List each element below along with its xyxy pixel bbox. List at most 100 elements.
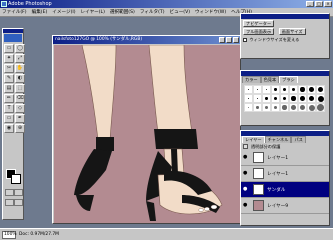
menu-view[interactable]: ビュー(V) bbox=[170, 9, 191, 15]
brush-swatch[interactable] bbox=[244, 85, 253, 94]
brush-swatch[interactable] bbox=[307, 85, 316, 94]
pencil-tool-icon[interactable]: ✎ bbox=[4, 74, 14, 83]
eye-icon[interactable]: ● bbox=[243, 170, 249, 176]
menu-select[interactable]: 選択範囲(S) bbox=[110, 9, 135, 15]
quickmask-mode-icon[interactable] bbox=[14, 189, 23, 196]
brush-swatch[interactable] bbox=[316, 85, 325, 94]
brush-swatch[interactable] bbox=[298, 94, 307, 103]
menu-edit[interactable]: 編集(E) bbox=[32, 9, 48, 15]
menu-layer[interactable]: レイヤー(L) bbox=[81, 9, 105, 15]
brush-swatch[interactable] bbox=[253, 103, 262, 112]
brush-swatch[interactable] bbox=[298, 85, 307, 94]
brush-swatch[interactable] bbox=[262, 103, 271, 112]
line-tool-icon[interactable]: ▭ bbox=[4, 114, 14, 123]
brush-swatch[interactable] bbox=[307, 94, 316, 103]
brush-tip-icon bbox=[273, 105, 278, 110]
brush-swatch[interactable] bbox=[271, 103, 280, 112]
brush-swatch[interactable] bbox=[289, 85, 298, 94]
brush-swatch[interactable] bbox=[316, 103, 325, 112]
gradient-tool-icon[interactable]: ▤ bbox=[4, 84, 14, 93]
app-title: Adobe Photoshop bbox=[8, 1, 52, 7]
menu-filter[interactable]: フィルタ(T) bbox=[140, 9, 165, 15]
tab-layers[interactable]: レイヤー bbox=[242, 136, 265, 143]
brush-swatch[interactable] bbox=[307, 103, 316, 112]
brush-tip-icon bbox=[265, 88, 268, 91]
full-screen-button[interactable]: フル画面表示 bbox=[243, 28, 275, 35]
screen-size-button[interactable]: 画面サイズ bbox=[278, 28, 306, 35]
eye-icon[interactable]: ● bbox=[243, 202, 249, 208]
brush-swatch[interactable] bbox=[244, 94, 253, 103]
preserve-transparency-checkbox[interactable] bbox=[243, 144, 248, 149]
menu-image[interactable]: イメージ(I) bbox=[52, 9, 75, 15]
brushes-panel: カラー 色見本 ブラシ bbox=[240, 70, 330, 126]
document-title[interactable]: nailsfoto127GO @ 100% (サンダル,RGB) bbox=[53, 36, 240, 44]
layer-row-selected[interactable]: ● サンダル bbox=[241, 182, 329, 198]
navigator-button[interactable]: ナビゲーター bbox=[243, 20, 275, 27]
eye-icon[interactable]: ● bbox=[243, 186, 249, 192]
brush-swatch[interactable] bbox=[244, 103, 253, 112]
brush-swatch[interactable] bbox=[316, 94, 325, 103]
screen-mode-standard-icon[interactable] bbox=[5, 199, 14, 206]
tool-grid: ▭ ◯ ✦ ⤢ ✂ ✋ ✎ ◐ ▤ ⬚ ✏ ⌫ T ◇ ▭ ✒ ◉ ⊕ bbox=[3, 43, 25, 134]
marquee-tool-icon[interactable]: ▭ bbox=[4, 44, 14, 53]
menu-file[interactable]: ファイル(F) bbox=[2, 9, 27, 15]
brush-swatch[interactable] bbox=[253, 85, 262, 94]
rubber-stamp-tool-icon[interactable]: ⬚ bbox=[15, 84, 25, 93]
brush-swatch[interactable] bbox=[271, 94, 280, 103]
background-color-swatch[interactable] bbox=[11, 174, 21, 184]
screen-mode-full-icon[interactable] bbox=[14, 199, 23, 206]
tab-color[interactable]: カラー bbox=[242, 76, 261, 83]
crop-tool-icon[interactable]: ✂ bbox=[4, 64, 14, 73]
smudge-tool-icon[interactable]: ✒ bbox=[15, 114, 25, 123]
move-tool-icon[interactable]: ⤢ bbox=[15, 54, 25, 63]
brush-swatch[interactable] bbox=[262, 94, 271, 103]
layer-row[interactable]: ● レイヤー1 bbox=[241, 150, 329, 166]
resize-window-checkbox-row[interactable]: ウィンドウサイズを変える bbox=[243, 37, 327, 43]
brush-swatch[interactable] bbox=[280, 85, 289, 94]
zoom-field[interactable]: 100% bbox=[2, 230, 17, 239]
doc-minimize-icon[interactable] bbox=[219, 37, 225, 43]
eyedropper-tool-icon[interactable]: ◉ bbox=[4, 124, 14, 133]
brush-swatch[interactable] bbox=[298, 103, 307, 112]
lasso-tool-icon[interactable]: ✦ bbox=[4, 54, 14, 63]
zoom-tool-icon[interactable]: ⊕ bbox=[15, 124, 25, 133]
dodge-tool-icon[interactable]: ◐ bbox=[15, 74, 25, 83]
minimize-icon[interactable]: _ bbox=[306, 1, 314, 7]
maximize-icon[interactable]: □ bbox=[315, 1, 323, 7]
doc-close-icon[interactable] bbox=[233, 37, 239, 43]
menu-window[interactable]: ウィンドウ(W) bbox=[195, 9, 226, 15]
image-canvas[interactable] bbox=[54, 45, 240, 223]
layer-thumbnail bbox=[253, 200, 264, 211]
brush-swatch[interactable] bbox=[289, 94, 298, 103]
tab-paths[interactable]: パス bbox=[291, 136, 306, 143]
tab-swatches[interactable]: 色見本 bbox=[260, 76, 280, 83]
brush-tool-icon[interactable]: ✏ bbox=[4, 94, 14, 103]
brush-swatch[interactable] bbox=[271, 85, 280, 94]
brush-swatch[interactable] bbox=[253, 94, 262, 103]
close-icon[interactable]: × bbox=[324, 1, 332, 7]
doc-maximize-icon[interactable] bbox=[226, 37, 232, 43]
brush-swatch[interactable] bbox=[262, 85, 271, 94]
standard-mode-icon[interactable] bbox=[5, 189, 14, 196]
tab-brushes[interactable]: ブラシ bbox=[279, 76, 298, 83]
eye-icon[interactable]: ● bbox=[243, 154, 249, 160]
brush-tip-icon bbox=[256, 106, 259, 109]
brush-tip-icon bbox=[299, 104, 306, 111]
brush-tip-icon bbox=[274, 88, 277, 91]
layer-name: レイヤー1 bbox=[267, 156, 289, 161]
pen-tool-icon[interactable]: ◇ bbox=[15, 104, 25, 113]
brush-swatch[interactable] bbox=[280, 94, 289, 103]
eraser-tool-icon[interactable]: ⌫ bbox=[15, 94, 25, 103]
brush-tip-icon bbox=[247, 106, 250, 109]
resize-window-checkbox[interactable] bbox=[243, 38, 247, 42]
type-tool-icon[interactable]: T bbox=[4, 104, 14, 113]
hand-tool-icon[interactable]: ✋ bbox=[15, 64, 25, 73]
brushes-panel-tabs: カラー 色見本 ブラシ bbox=[241, 76, 329, 83]
layer-row[interactable]: ● レイヤー1 bbox=[241, 166, 329, 182]
brush-swatch[interactable] bbox=[289, 103, 298, 112]
tab-channels[interactable]: チャンネル bbox=[264, 136, 292, 143]
layer-row[interactable]: ● レイヤー9 bbox=[241, 198, 329, 214]
ellipse-marquee-tool-icon[interactable]: ◯ bbox=[15, 44, 25, 53]
brush-swatch[interactable] bbox=[280, 103, 289, 112]
brush-tip-icon bbox=[282, 105, 287, 110]
